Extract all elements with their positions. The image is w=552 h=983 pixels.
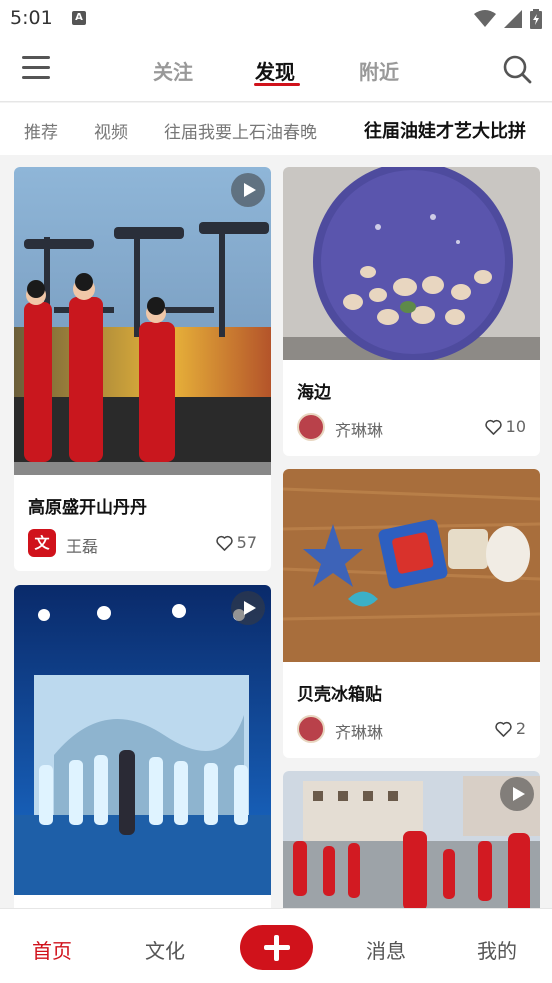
- wifi-icon: [474, 10, 496, 27]
- bottom-nav-home[interactable]: 首页: [32, 935, 72, 964]
- battery-icon: [530, 9, 542, 29]
- category-tab-video[interactable]: 视频: [94, 118, 128, 143]
- like-count-value: 10: [505, 417, 526, 436]
- heart-icon: [484, 419, 502, 435]
- like-count[interactable]: 10: [484, 417, 526, 436]
- add-post-button[interactable]: [240, 925, 313, 970]
- card-image-oil-pump-dance: [14, 167, 271, 475]
- video-play-icon[interactable]: [231, 591, 265, 625]
- feed-card[interactable]: [14, 585, 271, 908]
- heart-icon: [215, 535, 233, 551]
- video-play-icon[interactable]: [231, 173, 265, 207]
- avatar[interactable]: [297, 715, 325, 743]
- like-count[interactable]: 57: [215, 533, 257, 552]
- top-nav: 关注 发现 附近: [0, 38, 552, 102]
- video-play-icon[interactable]: [500, 777, 534, 811]
- feed-card[interactable]: 海边 齐琳琳 10: [283, 167, 540, 456]
- avatar[interactable]: 文: [28, 529, 56, 557]
- card-title: 高原盛开山丹丹: [28, 498, 147, 518]
- card-image-stage-dance: [14, 585, 271, 895]
- feed-card[interactable]: 贝壳冰箱贴 齐琳琳 2: [283, 469, 540, 758]
- search-icon[interactable]: [502, 54, 532, 84]
- category-tab-spring-gala[interactable]: 往届我要上石油春晚: [164, 118, 317, 143]
- status-icons: [474, 9, 542, 29]
- like-count-value: 2: [515, 719, 526, 738]
- bottom-nav-messages[interactable]: 消息: [366, 935, 406, 964]
- card-author[interactable]: 齐琳琳: [335, 417, 383, 441]
- category-tab-talent-contest[interactable]: 往届油娃才艺大比拼: [364, 117, 526, 143]
- bottom-nav: 首页 文化 消息 我的: [0, 908, 552, 983]
- tab-nearby[interactable]: 附近: [359, 56, 399, 85]
- card-author[interactable]: 王磊: [66, 533, 98, 557]
- bottom-nav-culture[interactable]: 文化: [145, 935, 185, 964]
- category-tab-recommend[interactable]: 推荐: [24, 118, 58, 143]
- card-image-shell-craft: [283, 167, 540, 360]
- like-count[interactable]: 2: [495, 719, 526, 738]
- status-bar: 5:01 A: [0, 0, 552, 38]
- feed-card[interactable]: 高原盛开山丹丹 文 王磊 57: [14, 167, 271, 571]
- active-tab-indicator: [254, 83, 300, 86]
- status-time: 5:01: [10, 7, 53, 29]
- like-count-value: 57: [236, 533, 257, 552]
- menu-icon[interactable]: [22, 56, 50, 80]
- avatar[interactable]: [297, 413, 325, 441]
- feed: 高原盛开山丹丹 文 王磊 57 海边 齐琳琳 10 贝壳冰箱贴 齐琳琳 2: [0, 155, 552, 908]
- card-image-shell-magnet: [283, 469, 540, 662]
- bottom-nav-profile[interactable]: 我的: [477, 935, 517, 964]
- heart-icon: [495, 721, 512, 737]
- card-author[interactable]: 齐琳琳: [335, 719, 383, 743]
- card-title: 贝壳冰箱贴: [297, 685, 382, 705]
- feed-card[interactable]: [283, 771, 540, 908]
- tab-discover[interactable]: 发现: [255, 56, 295, 85]
- category-tabs: 推荐 视频 往届我要上石油春晚 往届油娃才艺大比拼: [0, 103, 552, 155]
- tab-following[interactable]: 关注: [153, 56, 193, 85]
- signal-icon: [504, 10, 522, 28]
- notification-a-icon: A: [72, 11, 86, 25]
- card-title: 海边: [297, 383, 331, 403]
